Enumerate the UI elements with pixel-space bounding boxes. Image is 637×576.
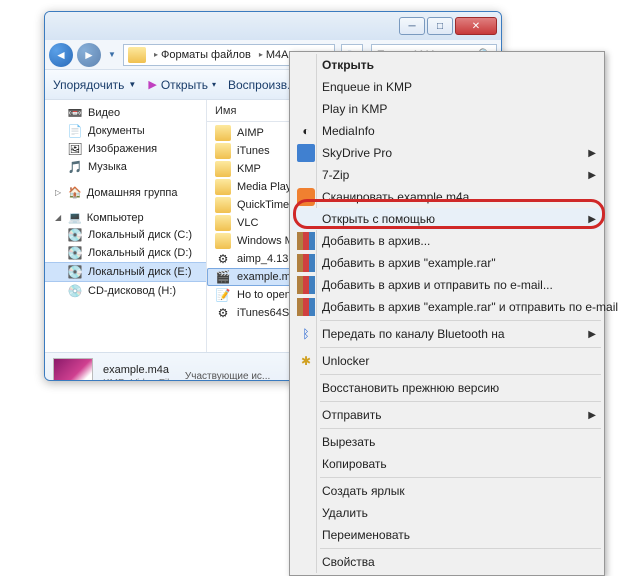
archive-icon xyxy=(297,254,315,272)
menu-restore[interactable]: Восстановить прежнюю версию xyxy=(292,377,602,399)
menu-separator xyxy=(320,320,601,321)
submenu-arrow-icon: ▶ xyxy=(588,329,596,340)
submenu-arrow-icon: ▶ xyxy=(588,214,596,225)
nav-computer[interactable]: ◢💻Компьютер xyxy=(45,209,206,226)
file-thumbnail: M4A xyxy=(53,358,93,382)
forward-button[interactable]: ► xyxy=(77,43,101,67)
menu-open-with[interactable]: Открыть с помощью▶ xyxy=(292,208,602,230)
details-contributors-label: Участвующие ис... xyxy=(185,371,270,381)
close-button[interactable]: ✕ xyxy=(455,17,497,35)
menu-send-to[interactable]: Отправить▶ xyxy=(292,404,602,426)
menu-separator xyxy=(320,401,601,402)
menu-rename[interactable]: Переименовать xyxy=(292,524,602,546)
nav-disk-d[interactable]: 💽Локальный диск (D:) xyxy=(45,244,206,262)
archive-icon xyxy=(297,232,315,250)
history-dropdown[interactable]: ▼ xyxy=(105,45,119,65)
maximize-button[interactable]: □ xyxy=(427,17,453,35)
menu-skydrive[interactable]: SkyDrive Pro▶ xyxy=(292,142,602,164)
details-filename: example.m4a xyxy=(103,363,175,377)
submenu-arrow-icon: ▶ xyxy=(588,410,596,421)
menu-delete[interactable]: Удалить xyxy=(292,502,602,524)
nav-documents[interactable]: 📄Документы xyxy=(45,122,206,140)
breadcrumb-part[interactable]: Форматы файлов xyxy=(161,49,251,61)
organize-button[interactable]: Упорядочить▼ xyxy=(53,78,136,92)
details-filetype: KMP -Video File xyxy=(103,377,175,382)
menu-mediainfo[interactable]: ◐MediaInfo xyxy=(292,120,602,142)
details-info: example.m4a KMP -Video File xyxy=(103,363,175,382)
cloud-icon xyxy=(297,144,315,162)
nav-disk-e[interactable]: 💽Локальный диск (E:) xyxy=(45,262,206,282)
nav-pictures[interactable]: 🖼Изображения xyxy=(45,140,206,158)
menu-properties[interactable]: Свойства xyxy=(292,551,602,573)
nav-music[interactable]: 🎵Музыка xyxy=(45,158,206,176)
menu-add-email[interactable]: Добавить в архив и отправить по e-mail..… xyxy=(292,274,602,296)
mediainfo-icon: ◐ xyxy=(297,122,315,140)
menu-add-archive[interactable]: Добавить в архив... xyxy=(292,230,602,252)
antivirus-icon xyxy=(297,188,315,206)
nav-homegroup[interactable]: ▷🏠Домашняя группа xyxy=(45,184,206,201)
menu-7zip[interactable]: 7-Zip▶ xyxy=(292,164,602,186)
menu-add-rar[interactable]: Добавить в архив "example.rar" xyxy=(292,252,602,274)
nav-disk-c[interactable]: 💽Локальный диск (C:) xyxy=(45,226,206,244)
menu-separator xyxy=(320,428,601,429)
menu-open[interactable]: Открыть xyxy=(292,54,602,76)
unlocker-icon: ✱ xyxy=(297,352,315,370)
play-button[interactable]: Воспроизв... xyxy=(228,78,297,92)
menu-shortcut[interactable]: Создать ярлык xyxy=(292,480,602,502)
menu-separator xyxy=(320,477,601,478)
back-button[interactable]: ◄ xyxy=(49,43,73,67)
folder-icon xyxy=(128,47,146,63)
minimize-button[interactable]: ─ xyxy=(399,17,425,35)
titlebar: ─ □ ✕ xyxy=(45,12,501,40)
archive-icon xyxy=(297,276,315,294)
submenu-arrow-icon: ▶ xyxy=(588,148,596,159)
menu-play-kmp[interactable]: Play in KMP xyxy=(292,98,602,120)
bluetooth-icon: ᛒ xyxy=(297,325,315,343)
menu-copy[interactable]: Копировать xyxy=(292,453,602,475)
menu-enqueue-kmp[interactable]: Enqueue in KMP xyxy=(292,76,602,98)
menu-scan[interactable]: Сканировать example.m4a xyxy=(292,186,602,208)
nav-pane: 📼Видео 📄Документы 🖼Изображения 🎵Музыка ▷… xyxy=(45,100,207,352)
menu-bluetooth[interactable]: ᛒПередать по каналу Bluetooth на▶ xyxy=(292,323,602,345)
context-menu: Открыть Enqueue in KMP Play in KMP ◐Medi… xyxy=(289,51,605,576)
menu-add-rar-email[interactable]: Добавить в архив "example.rar" и отправи… xyxy=(292,296,602,318)
menu-separator xyxy=(320,374,601,375)
menu-unlocker[interactable]: ✱Unlocker xyxy=(292,350,602,372)
nav-cd[interactable]: 💿CD-дисковод (H:) xyxy=(45,282,206,300)
nav-video[interactable]: 📼Видео xyxy=(45,104,206,122)
archive-icon xyxy=(297,298,315,316)
menu-separator xyxy=(320,548,601,549)
menu-separator xyxy=(320,347,601,348)
menu-cut[interactable]: Вырезать xyxy=(292,431,602,453)
breadcrumb-part[interactable]: M4A xyxy=(266,49,289,61)
submenu-arrow-icon: ▶ xyxy=(588,170,596,181)
open-button[interactable]: ▶Открыть▾ xyxy=(148,78,216,92)
